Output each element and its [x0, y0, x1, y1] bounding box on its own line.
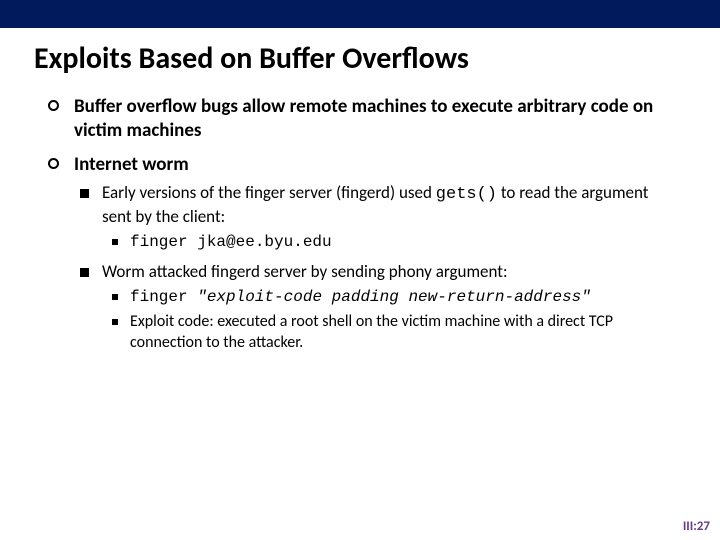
bullet-overflow-bugs: Buffer overflow bugs allow remote machin… [48, 95, 680, 143]
content-area: Buffer overflow bugs allow remote machin… [48, 95, 680, 354]
code-exploit-args: "exploit-code padding new-return-address… [197, 288, 591, 306]
sub-worm-attack: Worm attacked fingerd server by sending … [80, 261, 680, 353]
cmd-finger-normal: finger jka@ee.byu.edu [112, 232, 680, 253]
code-finger-cmd: finger jka@ee.byu.edu [130, 233, 332, 251]
sub-exploit-code: Exploit code: executed a root shell on t… [112, 312, 680, 354]
page-number: III:27 [683, 519, 710, 534]
code-gets: gets() [436, 185, 497, 204]
internet-worm-label: Internet worm [74, 153, 189, 176]
cmd-finger-exploit: finger "exploit-code padding new-return-… [112, 287, 680, 308]
code-finger-word: finger [130, 288, 197, 306]
bullet-internet-worm: Internet worm Early versions of the fing… [48, 153, 680, 354]
header-band [0, 0, 720, 28]
text-fragment: Worm attacked fingerd server by sending … [102, 261, 508, 282]
text-fragment: Early versions of the finger server (fin… [102, 182, 436, 203]
slide-title: Exploits Based on Buffer Overflows [34, 40, 720, 77]
sub-finger-gets: Early versions of the finger server (fin… [80, 182, 680, 253]
